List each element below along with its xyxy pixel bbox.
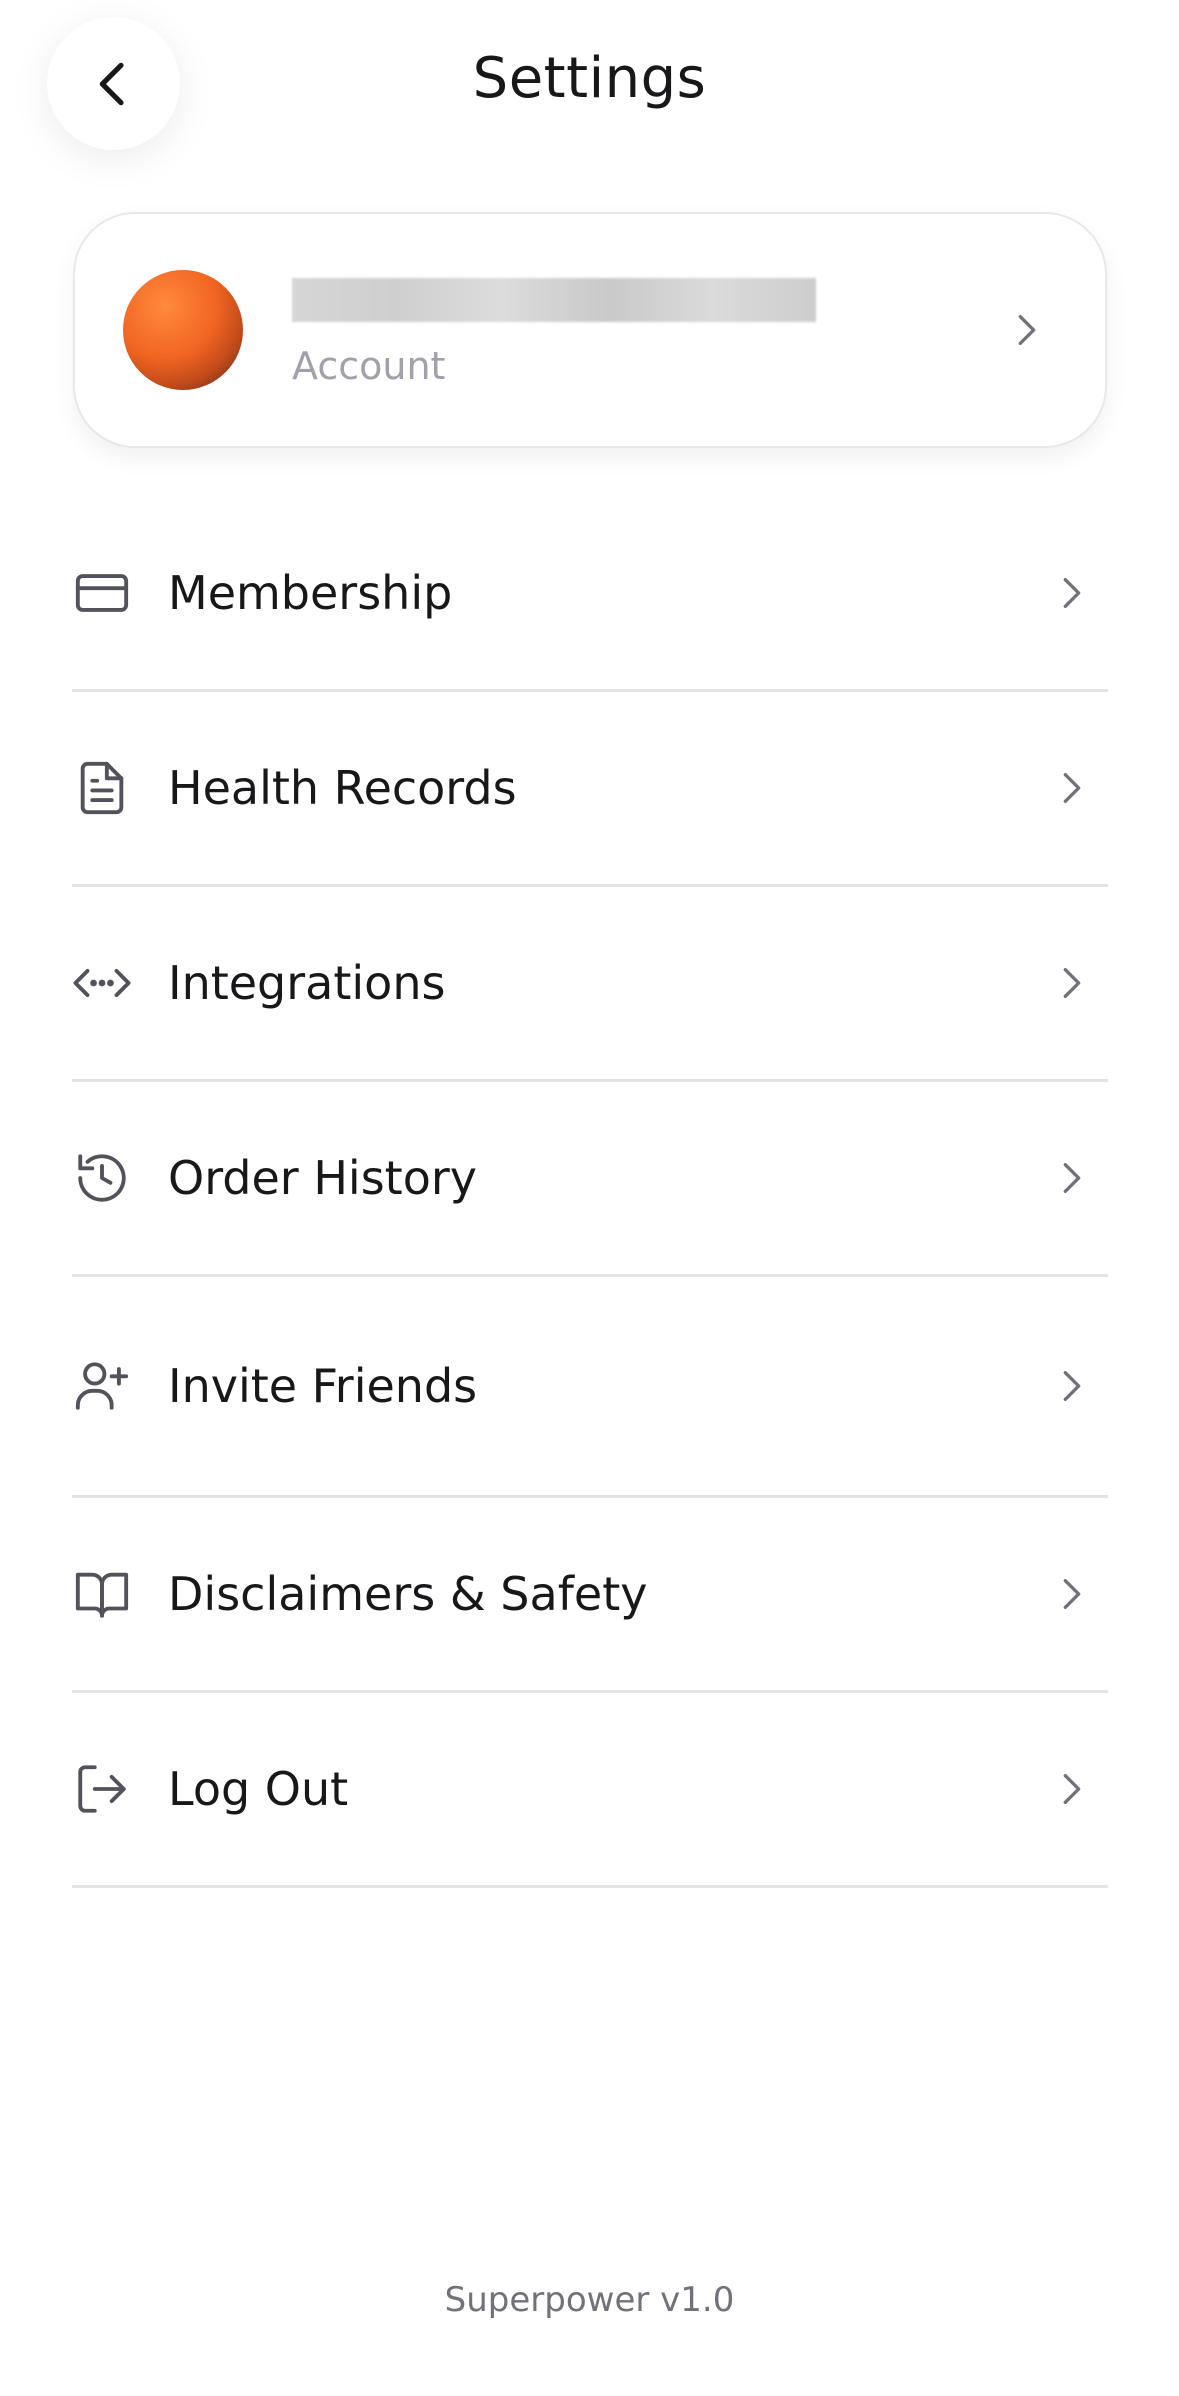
account-name-redacted: [292, 278, 816, 322]
history-icon: [72, 1148, 132, 1208]
menu-item-invite-friends[interactable]: Invite Friends: [72, 1277, 1108, 1498]
menu-item-label: Order History: [168, 1151, 477, 1205]
avatar: [123, 270, 243, 390]
chevron-right-icon: [1063, 1774, 1081, 1804]
log-out-icon: [72, 1759, 132, 1819]
menu-item-label: Health Records: [168, 761, 517, 815]
chevron-right-icon: [1018, 315, 1036, 345]
credit-card-icon: [72, 563, 132, 623]
user-plus-icon: [72, 1356, 132, 1416]
settings-menu: Membership Health Records Integrations O…: [72, 497, 1108, 1888]
app-version: Superpower v1.0: [444, 2280, 735, 2320]
page-title: Settings: [472, 46, 707, 111]
menu-item-health-records[interactable]: Health Records: [72, 692, 1108, 887]
menu-item-log-out[interactable]: Log Out: [72, 1693, 1108, 1888]
menu-item-label: Log Out: [168, 1762, 349, 1816]
menu-item-label: Invite Friends: [168, 1359, 478, 1413]
menu-item-membership[interactable]: Membership: [72, 497, 1108, 692]
chevron-right-icon: [1063, 1163, 1081, 1193]
code-arrows-icon: [72, 953, 132, 1013]
menu-item-disclaimers-safety[interactable]: Disclaimers & Safety: [72, 1498, 1108, 1693]
menu-item-label: Membership: [168, 566, 453, 620]
menu-item-order-history[interactable]: Order History: [72, 1082, 1108, 1277]
menu-item-label: Integrations: [168, 956, 446, 1010]
file-text-icon: [72, 758, 132, 818]
menu-item-label: Disclaimers & Safety: [168, 1567, 648, 1621]
header: Settings: [0, 0, 1179, 170]
chevron-right-icon: [1063, 578, 1081, 608]
chevron-right-icon: [1063, 1579, 1081, 1609]
chevron-right-icon: [1063, 968, 1081, 998]
chevron-right-icon: [1063, 1371, 1081, 1401]
chevron-right-icon: [1063, 773, 1081, 803]
account-card[interactable]: Account: [73, 212, 1107, 448]
menu-item-integrations[interactable]: Integrations: [72, 887, 1108, 1082]
account-label: Account: [292, 344, 446, 388]
book-open-icon: [72, 1564, 132, 1624]
